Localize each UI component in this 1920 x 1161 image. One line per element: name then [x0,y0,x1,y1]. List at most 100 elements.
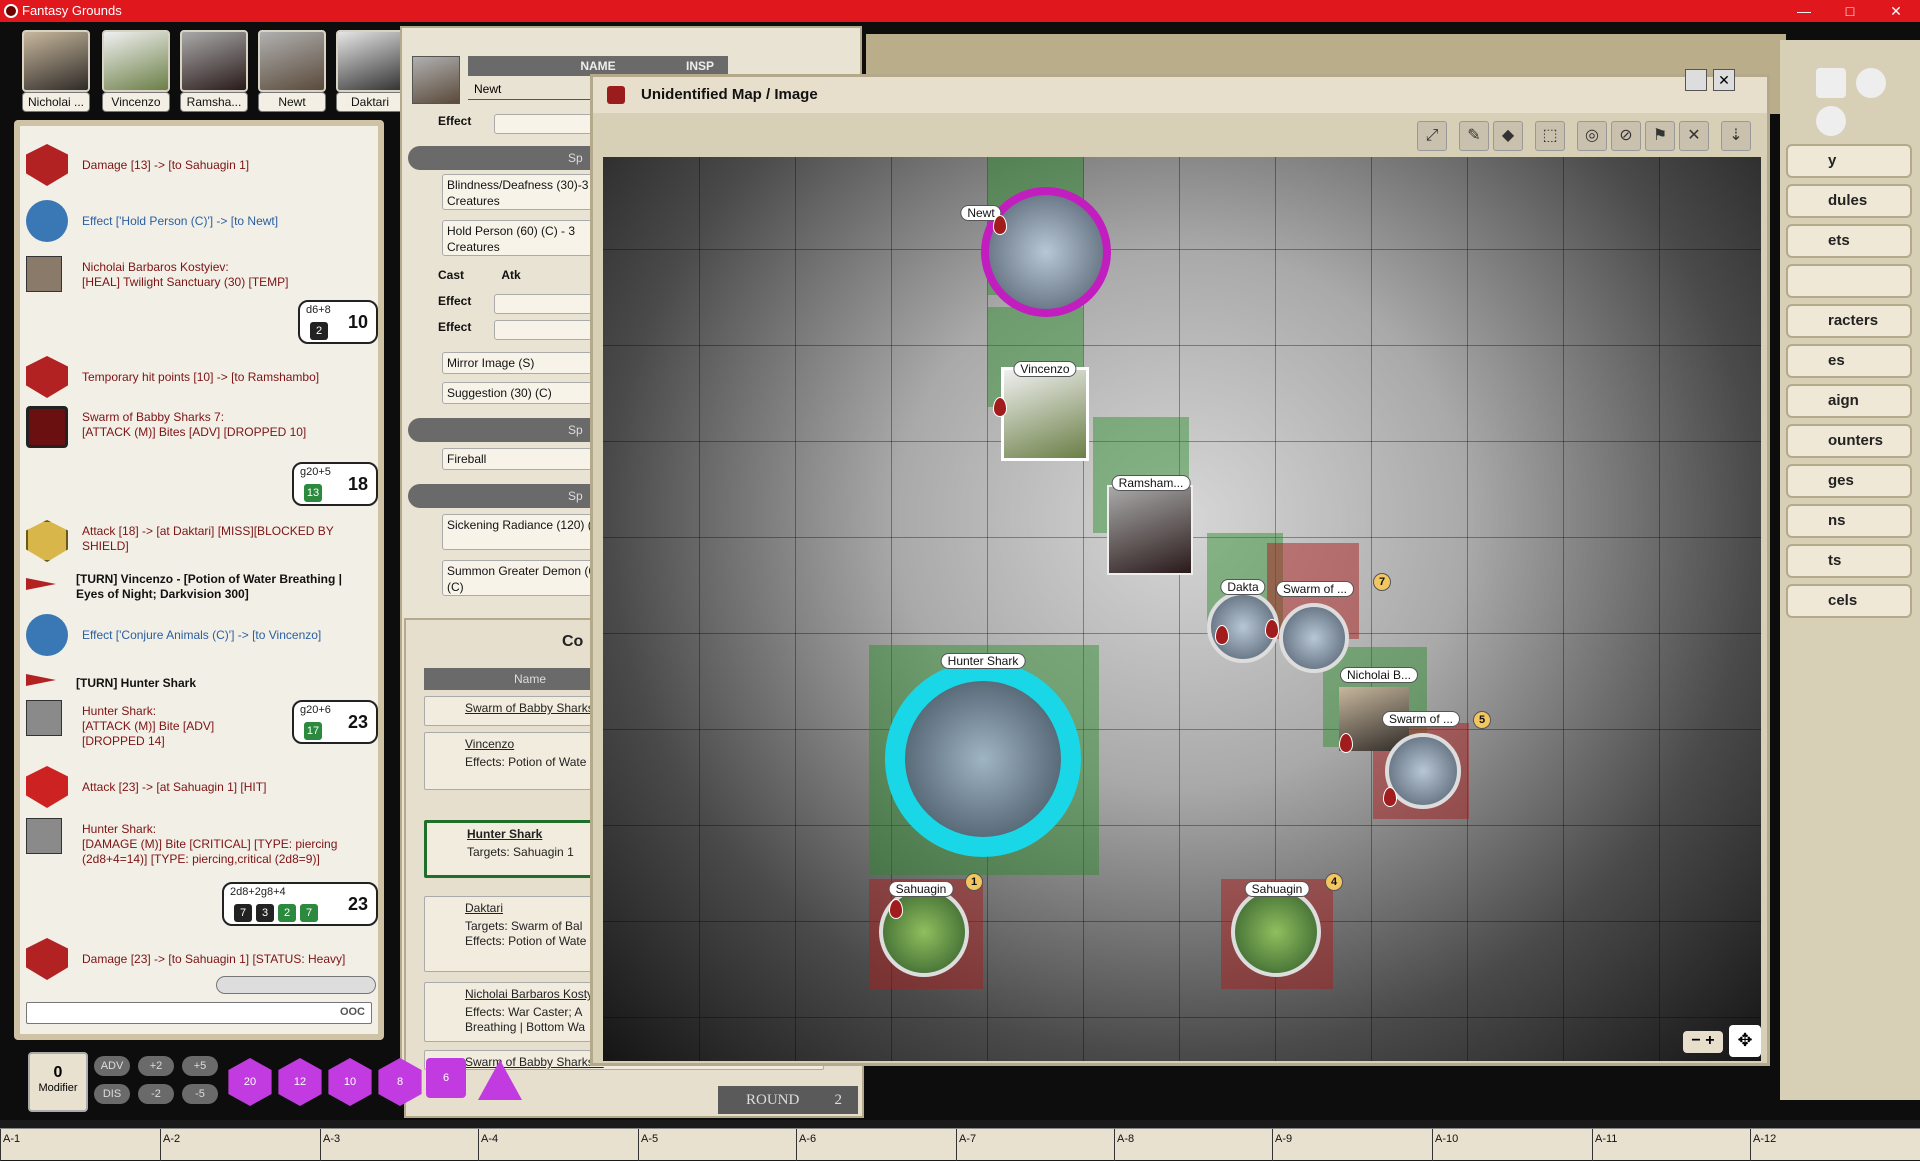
adv-button[interactable]: ADV [94,1056,130,1076]
chat-mode-select[interactable] [216,976,376,994]
dice-roll-result: 2d8+2g8+4 7 3 2 7 23 [222,882,378,926]
dis-button[interactable]: DIS [94,1084,130,1104]
die-result: 3 [256,904,274,922]
dice-roll-result: d6+8 2 10 [298,300,378,344]
die-result: 2 [310,322,328,340]
atk-button[interactable]: Atk [477,268,520,282]
target-icon[interactable]: ◎ [1577,121,1607,151]
wound-icon [1383,787,1397,807]
sidebar-btn[interactable]: ets [1786,224,1912,258]
modifier-box[interactable]: 0 Modifier [28,1052,88,1112]
effect-icon [26,200,68,242]
d20-die[interactable]: 20 [228,1058,272,1106]
die-result: 2 [278,904,296,922]
portrait-name: Newt [258,92,326,112]
eraser-icon[interactable]: ◆ [1493,121,1523,151]
portrait-name: Nicholai ... [22,92,90,112]
portrait-name: Daktari [336,92,404,112]
pin-icon[interactable]: ⇣ [1721,121,1751,151]
window-titlebar: Fantasy Grounds — □ ✕ [0,0,1920,22]
sidebar-btn[interactable]: dules [1786,184,1912,218]
close-map-button[interactable]: ✕ [1713,69,1735,91]
dice-roll-result: g20+5 13 18 [292,462,378,506]
sidebar-btn[interactable]: cels [1786,584,1912,618]
portrait-newt[interactable]: Newt [258,30,328,112]
d4-die[interactable] [478,1060,522,1100]
wound-icon [1339,733,1353,753]
damage-icon [26,144,68,186]
portrait-daktari[interactable]: Daktari [336,30,406,112]
wound-icon [993,215,1007,235]
fit-icon[interactable]: ⤢ [1417,121,1447,151]
sidebar-btn[interactable] [1786,264,1912,298]
minimize-button[interactable]: — [1782,0,1826,22]
map-toolbar: ⤢ ✎ ◆ ⬚ ◎ ⊘ ⚑ ✕ ⇣ [1417,121,1757,157]
d10-die[interactable]: 10 [328,1058,372,1106]
gear-icon[interactable] [1816,106,1846,136]
cast-button[interactable]: Cast [414,268,464,282]
portrait-name: Ramsha... [180,92,248,112]
swarm-avatar [26,406,68,448]
sidebar-btn[interactable]: y [1786,144,1912,178]
damage-icon [26,356,68,398]
sidebar-btn[interactable]: ts [1786,544,1912,578]
name-header: NAME INSP [468,56,728,76]
hunter-shark-avatar [26,818,62,854]
map-image-icon [607,86,625,104]
minus5-button[interactable]: -5 [182,1084,218,1104]
nicholai-avatar [26,256,62,292]
die-result: 17 [304,722,322,740]
hunter-shark-avatar [26,700,62,736]
close-button[interactable]: ✕ [1874,0,1918,22]
plus5-button[interactable]: +5 [182,1056,218,1076]
sidebar-btn[interactable]: aign [1786,384,1912,418]
portrait-nicholai[interactable]: Nicholai ... [22,30,92,112]
portrait-ramshambo[interactable]: Ramsha... [180,30,250,112]
attack-icon [26,520,68,562]
sidebar-btn[interactable]: racters [1786,304,1912,338]
wound-icon [993,397,1007,417]
die-result: 7 [300,904,318,922]
sidebar-btn[interactable]: es [1786,344,1912,378]
die-result: 7 [234,904,252,922]
d12-die[interactable]: 12 [278,1058,322,1106]
plus2-button[interactable]: +2 [138,1056,174,1076]
ooc-toggle[interactable]: OOC [340,1006,365,1018]
recenter-icon[interactable]: ✥ [1729,1025,1761,1057]
palette-icon[interactable] [1856,68,1886,98]
minus2-button[interactable]: -2 [138,1084,174,1104]
portrait-name: Vincenzo [102,92,170,112]
attack-hit-icon [26,766,68,808]
map-window-title: Unidentified Map / Image [593,77,1767,113]
d8-die[interactable]: 8 [378,1058,422,1106]
newt-avatar [412,56,460,104]
map-window: Unidentified Map / Image ✕ ⤢ ✎ ◆ ⬚ ◎ ⊘ ⚑… [590,69,1770,1066]
help-icon[interactable] [1685,69,1707,91]
select-icon[interactable]: ⬚ [1535,121,1565,151]
damage-icon [26,938,68,980]
turn-flag-icon [26,578,56,590]
calendar-icon[interactable] [1816,68,1846,98]
sidebar-btn[interactable]: ns [1786,504,1912,538]
maximize-button[interactable]: □ [1828,0,1872,22]
wound-icon [889,899,903,919]
clear-icon[interactable]: ✕ [1679,121,1709,151]
portrait-vincenzo[interactable]: Vincenzo [102,30,172,112]
chat-input[interactable]: OOC [26,1002,372,1024]
hotkey-bar: A-1 A-2 A-3 A-4 A-5 A-6 A-7 A-8 A-9 A-10… [0,1128,1920,1161]
turn-flag-icon [26,674,56,686]
chat-window: Damage [13] -> [to Sahuagin 1] Effect ['… [14,120,384,1040]
zoom-control[interactable]: − + [1683,1031,1723,1053]
los-icon[interactable]: ⊘ [1611,121,1641,151]
app-icon [4,4,18,18]
wound-icon [1215,625,1229,645]
effect-icon [26,614,68,656]
wound-icon [1265,619,1279,639]
sidebar-btn[interactable]: ges [1786,464,1912,498]
sidebar-btn[interactable]: ounters [1786,424,1912,458]
map-canvas[interactable]: Newt Vincenzo Ramsham... Dakta Swarm of … [603,157,1761,1061]
d6-die[interactable]: 6 [426,1058,466,1098]
flag-icon[interactable]: ⚑ [1645,121,1675,151]
window-title: Fantasy Grounds [22,3,122,18]
brush-icon[interactable]: ✎ [1459,121,1489,151]
